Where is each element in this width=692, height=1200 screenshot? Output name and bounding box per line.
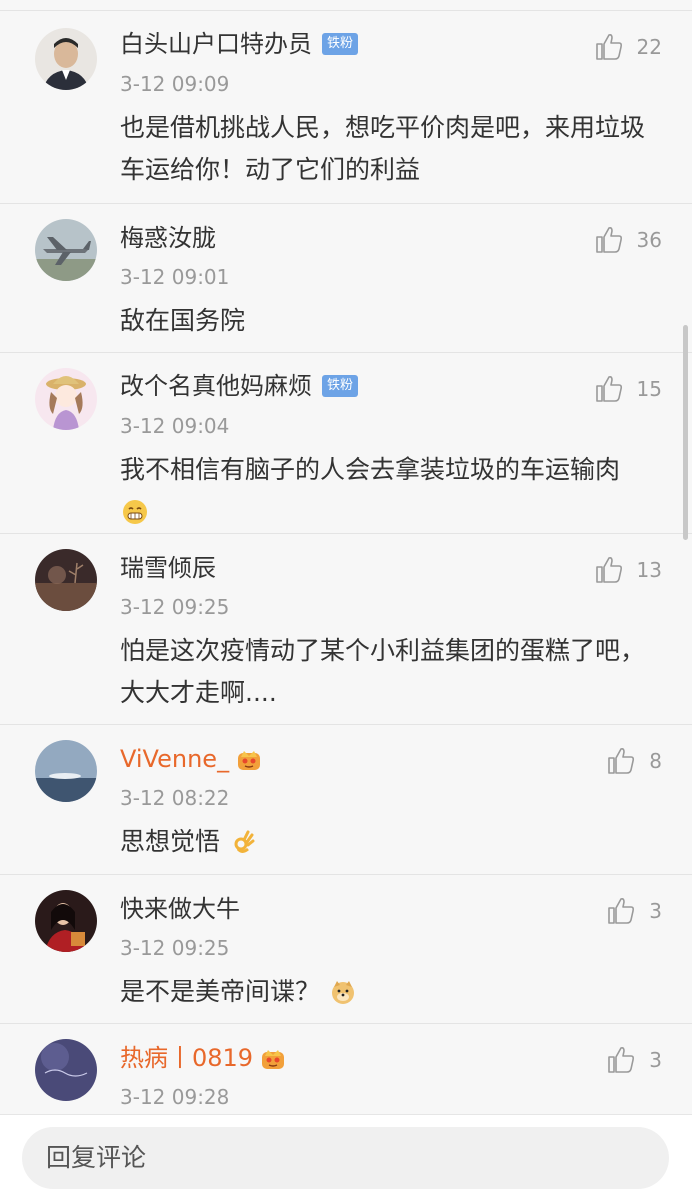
- grin-emoji-icon: [122, 499, 148, 525]
- username-text[interactable]: 改个名真他妈麻烦: [120, 371, 312, 401]
- comment-time: 3-12 09:01: [120, 265, 230, 289]
- comment-text: 是不是美帝间谍？: [120, 971, 665, 1013]
- ok-hand-emoji-icon: [230, 829, 256, 855]
- username-text[interactable]: 热病丨0819: [120, 1043, 253, 1073]
- username-text[interactable]: 瑞雪倾辰: [120, 553, 216, 583]
- comment-username[interactable]: ViVenne_: [120, 744, 263, 774]
- thumbs-up-icon: [605, 1044, 637, 1076]
- comment-text-body: 是不是美帝间谍？: [120, 977, 321, 1006]
- comment-username[interactable]: 瑞雪倾辰: [120, 553, 216, 583]
- thumbs-up-icon: [593, 554, 625, 586]
- comment-item: 白头山户口特办员 铁粉 3-12 09:09 也是借机挑战人民，想吃平价肉是吧，…: [0, 10, 692, 203]
- like-count: 3: [649, 1048, 662, 1072]
- scrollbar[interactable]: [683, 325, 688, 540]
- like-count: 15: [636, 377, 662, 401]
- avatar[interactable]: [35, 219, 97, 281]
- comment-item: 快来做大牛 3-12 09:25 是不是美帝间谍？ 3: [0, 874, 692, 1023]
- comment-username[interactable]: 快来做大牛: [120, 894, 240, 924]
- like-count: 13: [636, 558, 662, 582]
- comment-list[interactable]: 白头山户口特办员 铁粉 3-12 09:09 也是借机挑战人民，想吃平价肉是吧，…: [0, 0, 692, 1114]
- avatar[interactable]: [35, 740, 97, 802]
- avatar[interactable]: [35, 1039, 97, 1101]
- like-button[interactable]: 13: [593, 553, 662, 587]
- like-button[interactable]: 36: [593, 223, 662, 257]
- like-count: 22: [636, 35, 662, 59]
- avatar[interactable]: [35, 890, 97, 952]
- reply-bar: 回复评论: [0, 1114, 692, 1200]
- username-text[interactable]: 快来做大牛: [120, 894, 240, 924]
- like-button[interactable]: 22: [593, 30, 662, 64]
- comment-username[interactable]: 热病丨0819: [120, 1043, 287, 1073]
- comment-time: 3-12 09:28: [120, 1085, 230, 1109]
- thumbs-up-icon: [593, 31, 625, 63]
- comment-time: 3-12 08:22: [120, 786, 230, 810]
- comment-username[interactable]: 改个名真他妈麻烦 铁粉: [120, 371, 359, 401]
- comment-item: 改个名真他妈麻烦 铁粉 3-12 09:04 我不相信有脑子的人会去拿装垃圾的车…: [0, 352, 692, 533]
- comment-username[interactable]: 梅惑汝胧: [120, 223, 216, 253]
- doge-emoji-icon: [330, 979, 356, 1005]
- comment-text: 怕是这次疫情动了某个小利益集团的蛋糕了吧，大大才走啊....: [120, 636, 646, 707]
- comment-text-body: 我不相信有脑子的人会去拿装垃圾的车运输肉: [120, 455, 621, 484]
- comment-time: 3-12 09:09: [120, 72, 230, 96]
- comment-item: 梅惑汝胧 3-12 09:01 敌在国务院 36: [0, 203, 692, 352]
- like-count: 36: [636, 228, 662, 252]
- thumbs-up-icon: [605, 895, 637, 927]
- comment-item: ViVenne_ 3-12 08:22 思想觉悟 8: [0, 724, 692, 874]
- comment-text-body: 思想觉悟: [120, 827, 221, 856]
- comment-username[interactable]: 白头山户口特办员 铁粉: [120, 29, 359, 59]
- avatar[interactable]: [35, 368, 97, 430]
- comment-text: 我不相信有脑子的人会去拿装垃圾的车运输肉: [120, 449, 665, 533]
- fan-badge: 铁粉: [322, 33, 359, 55]
- vip-crown-icon: [259, 1044, 287, 1072]
- comment-text: 敌在国务院: [120, 306, 246, 335]
- username-text[interactable]: 白头山户口特办员: [120, 29, 312, 59]
- comment-text: 也是借机挑战人民，想吃平价肉是吧，来用垃圾车运给你！动了它们的利益: [120, 113, 646, 184]
- thumbs-up-icon: [605, 745, 637, 777]
- avatar[interactable]: [35, 28, 97, 90]
- like-button[interactable]: 15: [593, 372, 662, 406]
- vip-crown-icon: [235, 745, 263, 773]
- comment-time: 3-12 09:25: [120, 936, 230, 960]
- like-count: 8: [649, 749, 662, 773]
- comment-text: 思想觉悟: [120, 821, 665, 863]
- like-count: 3: [649, 899, 662, 923]
- username-text[interactable]: 梅惑汝胧: [120, 223, 216, 253]
- like-button[interactable]: 3: [605, 1043, 662, 1077]
- comment-item: 热病丨0819 3-12 09:28 3: [0, 1023, 692, 1114]
- avatar[interactable]: [35, 549, 97, 611]
- like-button[interactable]: 3: [605, 894, 662, 928]
- comment-time: 3-12 09:25: [120, 595, 230, 619]
- like-button[interactable]: 8: [605, 744, 662, 778]
- thumbs-up-icon: [593, 224, 625, 256]
- comment-item: 瑞雪倾辰 3-12 09:25 怕是这次疫情动了某个小利益集团的蛋糕了吧，大大才…: [0, 533, 692, 724]
- thumbs-up-icon: [593, 373, 625, 405]
- reply-comment-input[interactable]: 回复评论: [22, 1127, 669, 1189]
- fan-badge: 铁粉: [322, 375, 359, 397]
- username-text[interactable]: ViVenne_: [120, 744, 229, 774]
- comment-time: 3-12 09:04: [120, 414, 230, 438]
